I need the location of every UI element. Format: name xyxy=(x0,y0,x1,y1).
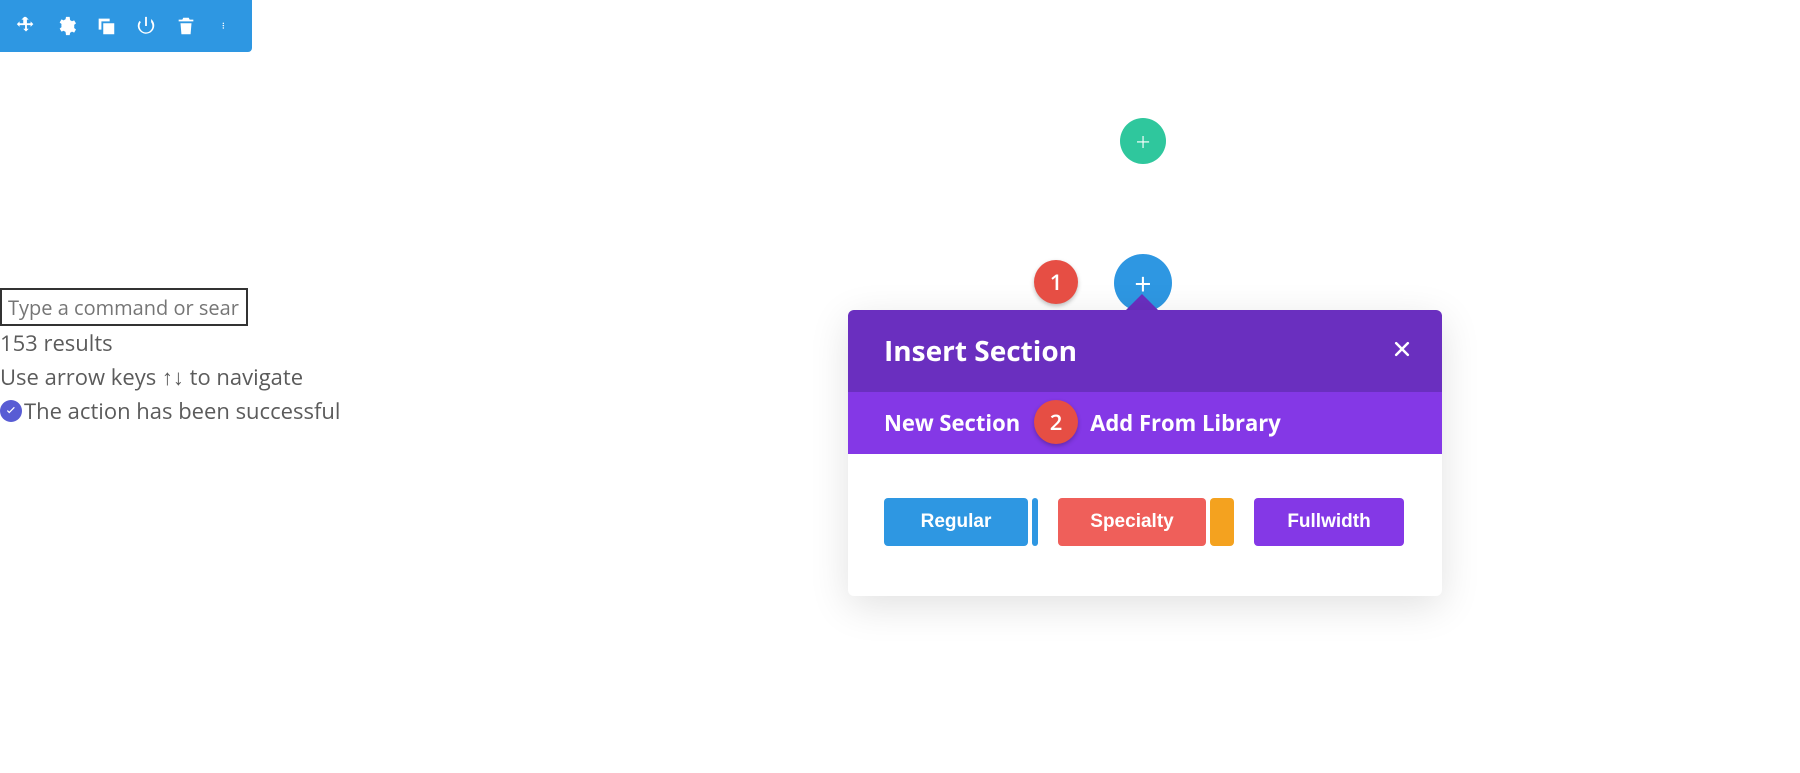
annotation-badge-1: 1 xyxy=(1034,260,1078,304)
more-icon[interactable] xyxy=(206,6,246,46)
section-type-regular[interactable]: Regular xyxy=(884,498,1028,546)
section-type-fullwidth[interactable]: Fullwidth xyxy=(1254,498,1404,546)
power-icon[interactable] xyxy=(126,6,166,46)
panel-tabs: New Section Add From Library xyxy=(848,392,1442,454)
section-type-specialty-group: Specialty xyxy=(1058,498,1234,546)
gear-icon[interactable] xyxy=(46,6,86,46)
nav-hint: Use arrow keys ↑↓ to navigate xyxy=(0,360,400,394)
results-count: 153 results xyxy=(0,326,400,360)
close-button[interactable] xyxy=(1392,338,1412,365)
module-toolbar xyxy=(0,0,252,52)
add-section-green-button[interactable]: + xyxy=(1120,118,1166,164)
success-text: The action has been successful xyxy=(24,394,340,428)
specialty-accent xyxy=(1210,498,1234,546)
regular-accent xyxy=(1032,498,1038,546)
move-icon[interactable] xyxy=(6,6,46,46)
command-helper: 153 results Use arrow keys ↑↓ to navigat… xyxy=(0,288,400,428)
annotation-badge-2: 2 xyxy=(1034,400,1078,444)
trash-icon[interactable] xyxy=(166,6,206,46)
section-type-specialty[interactable]: Specialty xyxy=(1058,498,1206,546)
panel-header: Insert Section xyxy=(848,310,1442,392)
section-type-regular-group: Regular xyxy=(884,498,1038,546)
command-search-input[interactable] xyxy=(0,288,248,326)
panel-body: Regular Specialty Fullwidth xyxy=(848,454,1442,596)
tab-new-section[interactable]: New Section xyxy=(884,408,1020,438)
duplicate-icon[interactable] xyxy=(86,6,126,46)
plus-icon: + xyxy=(1136,123,1151,159)
tab-add-from-library[interactable]: Add From Library xyxy=(1090,408,1281,438)
insert-section-panel: Insert Section New Section Add From Libr… xyxy=(848,310,1442,596)
success-message: The action has been successful xyxy=(0,394,400,428)
check-icon xyxy=(0,400,22,422)
panel-title: Insert Section xyxy=(884,332,1077,370)
